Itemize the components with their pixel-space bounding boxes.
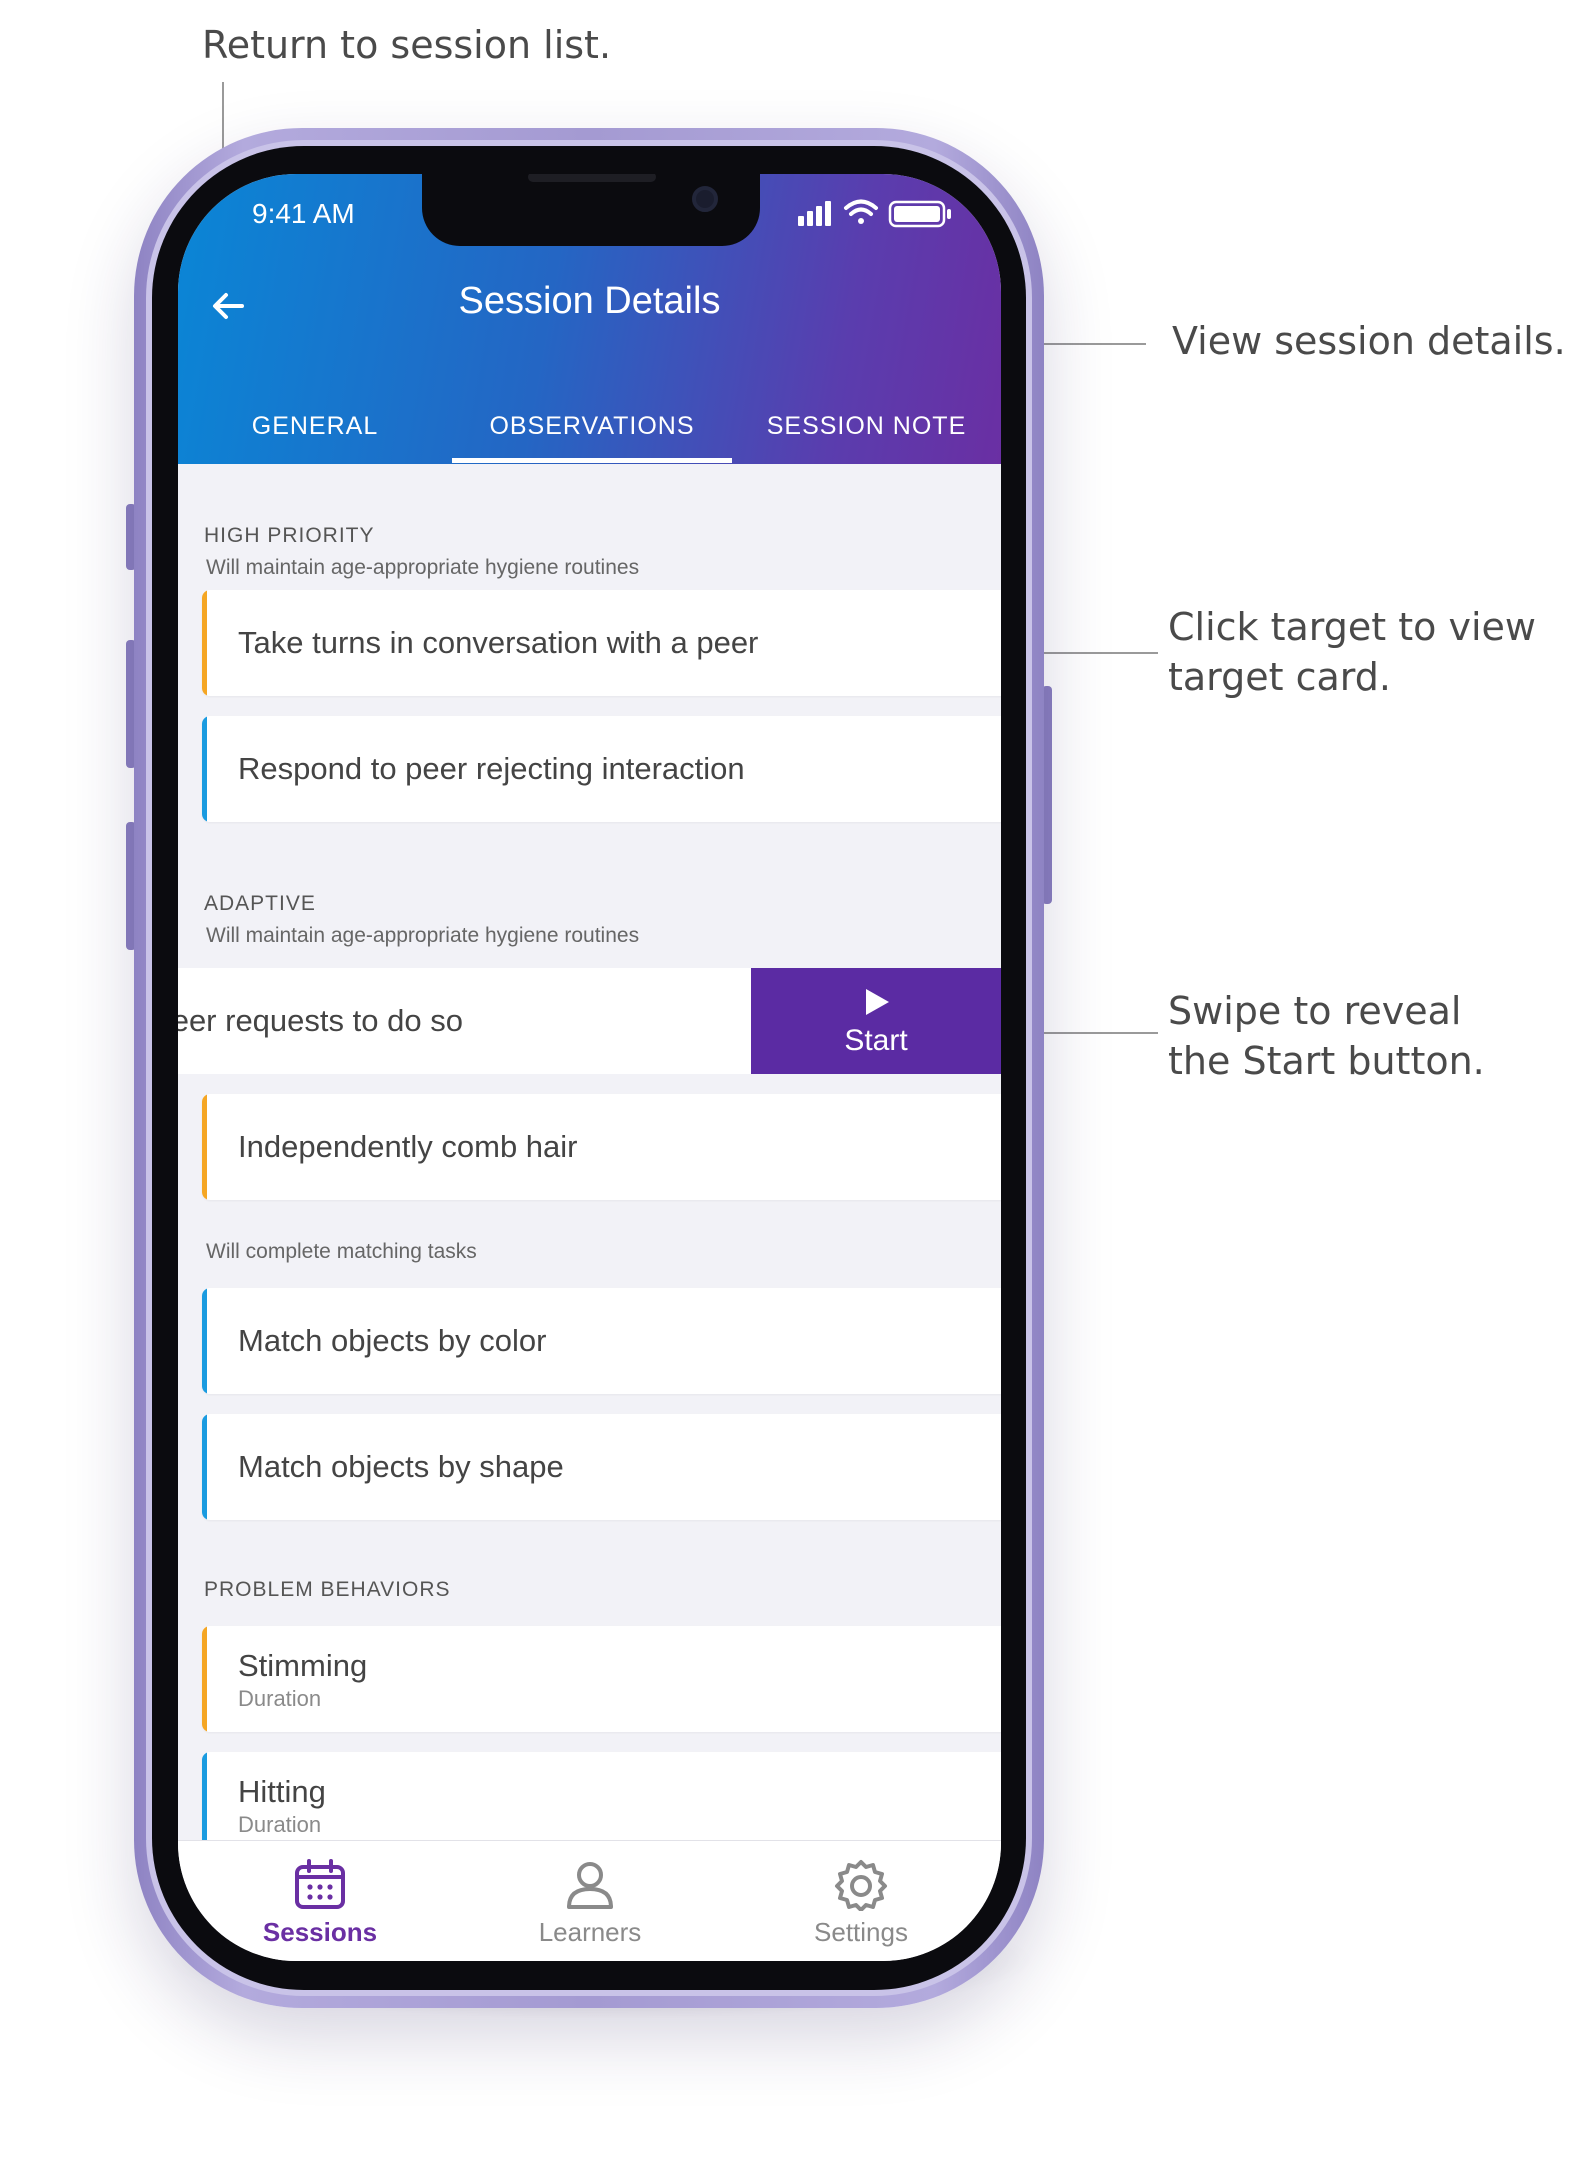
status-icons xyxy=(798,199,951,228)
tab-strip: GENERAL OBSERVATIONS SESSION NOTE xyxy=(178,396,1001,464)
priority-bar xyxy=(202,590,207,696)
behavior-card[interactable]: Hitting Duration xyxy=(202,1752,1001,1840)
section-title-adaptive: ADAPTIVE xyxy=(204,892,316,915)
start-button[interactable]: Start xyxy=(751,968,1001,1074)
bottom-tab-bar: Sessions Learners Settings xyxy=(178,1840,1001,1961)
tabbar-sessions-label: Sessions xyxy=(262,1917,378,1947)
target-card[interactable]: Independently comb hair xyxy=(202,1094,1001,1200)
behavior-card[interactable]: Stimming Duration xyxy=(202,1626,1001,1732)
observations-list: HIGH PRIORITY Will maintain age-appropri… xyxy=(178,464,1001,1840)
priority-bar xyxy=(202,1094,207,1200)
annotation-click-target-2: target card. xyxy=(1168,655,1391,699)
priority-bar xyxy=(202,1288,207,1394)
behavior-label: Hitting xyxy=(238,1774,326,1809)
target-label: Independently comb hair xyxy=(238,1129,578,1164)
tabbar-settings[interactable]: Settings xyxy=(761,1859,961,1948)
behavior-type: Duration xyxy=(238,1812,322,1837)
swiped-target-row[interactable]: ities when peer requests to do so Start xyxy=(178,968,1001,1074)
person-icon xyxy=(567,1862,613,1909)
annotation-swipe-1: Swipe to reveal xyxy=(1168,989,1462,1033)
tab-active-indicator xyxy=(452,458,732,463)
page-title: Session Details xyxy=(458,280,721,322)
annotation-view-details: View session details. xyxy=(1172,319,1566,363)
annotation-click-target-1: Click target to view xyxy=(1168,605,1536,649)
tabbar-learners[interactable]: Learners xyxy=(490,1859,690,1948)
section-subtitle-high-priority: Will maintain age-appropriate hygiene ro… xyxy=(206,556,640,579)
target-card[interactable]: Match objects by color xyxy=(202,1288,1001,1394)
target-card[interactable]: Take turns in conversation with a peer xyxy=(202,590,1001,696)
tab-general[interactable]: GENERAL xyxy=(178,396,452,464)
priority-bar xyxy=(202,1626,207,1732)
play-icon xyxy=(866,989,889,1015)
priority-bar xyxy=(202,1414,207,1520)
status-time: 9:41 AM xyxy=(252,198,355,229)
calendar-icon xyxy=(295,1859,345,1909)
target-card[interactable]: Match objects by shape xyxy=(202,1414,1001,1520)
priority-bar xyxy=(202,1752,207,1840)
swiped-target-label: ities when peer requests to do so xyxy=(178,1003,463,1038)
section-title-high-priority: HIGH PRIORITY xyxy=(204,524,375,547)
start-button-label: Start xyxy=(844,1024,908,1057)
tabbar-sessions[interactable]: Sessions xyxy=(220,1859,420,1948)
tabbar-learners-label: Learners xyxy=(538,1917,642,1947)
target-label: Take turns in conversation with a peer xyxy=(238,625,759,660)
annotation-swipe-2: the Start button. xyxy=(1168,1039,1485,1083)
phone-screen: 9:41 AM Session Details GENERAL OBSERVAT… xyxy=(178,174,1001,1961)
phone-notch xyxy=(422,174,760,246)
tabbar-settings-label: Settings xyxy=(814,1917,908,1947)
gear-icon xyxy=(835,1860,887,1911)
tab-session-note[interactable]: SESSION NOTE xyxy=(732,396,1001,464)
signal-icon xyxy=(798,201,831,226)
section-subtitle-adaptive: Will maintain age-appropriate hygiene ro… xyxy=(206,924,640,947)
earpiece-speaker xyxy=(528,174,656,182)
annotation-return: Return to session list. xyxy=(202,23,612,67)
target-card[interactable]: Respond to peer rejecting interaction xyxy=(202,716,1001,822)
section-subtitle-matching: Will complete matching tasks xyxy=(206,1240,477,1263)
priority-bar xyxy=(202,716,207,822)
behavior-type: Duration xyxy=(238,1686,322,1711)
section-title-problem-behaviors: PROBLEM BEHAVIORS xyxy=(204,1578,451,1601)
front-camera xyxy=(692,186,718,212)
target-label: Match objects by color xyxy=(238,1323,547,1358)
tab-observations[interactable]: OBSERVATIONS xyxy=(452,396,732,464)
battery-icon xyxy=(888,200,951,228)
wifi-icon xyxy=(844,199,878,224)
behavior-label: Stimming xyxy=(238,1648,368,1683)
target-label: Match objects by shape xyxy=(238,1449,564,1484)
target-label: Respond to peer rejecting interaction xyxy=(238,751,745,786)
